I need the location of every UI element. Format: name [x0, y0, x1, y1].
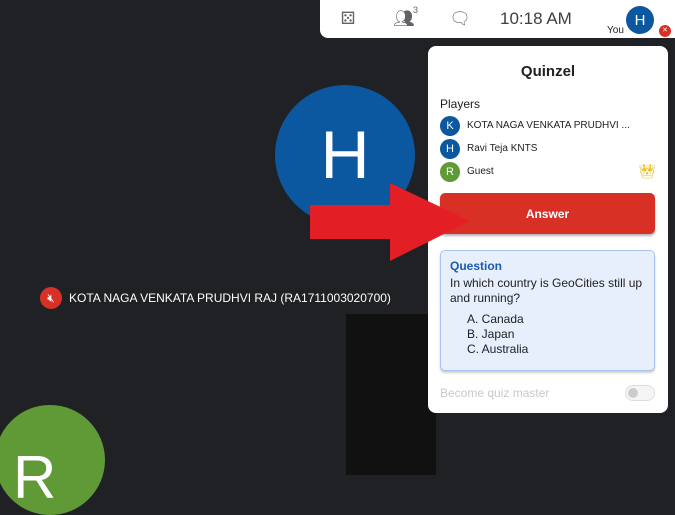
chat-icon[interactable]: 🗨︎ — [432, 9, 488, 29]
player-item: H Ravi Teja KNTS — [440, 137, 656, 160]
mic-off-icon: 🔇︎ — [40, 287, 62, 309]
answer-option: C. Australia — [467, 342, 529, 356]
clock: 10:18 AM — [500, 9, 572, 28]
answer-option: A. Canada — [467, 312, 524, 326]
participant-avatar: R — [0, 405, 105, 515]
crown-icon: 👑︎ — [638, 163, 656, 179]
become-quiz-master-label: Become quiz master — [440, 386, 550, 400]
speaker-name-tag: 🔇︎ KOTA NAGA VENKATA PRUDHVI RAJ (RA1711… — [40, 287, 391, 309]
players-heading: Players — [440, 97, 481, 111]
video-tile — [346, 314, 436, 475]
panel-title: Quinzel — [520, 63, 576, 80]
player-avatar: K — [440, 115, 460, 136]
people-count: 3 — [412, 5, 418, 15]
answer-option: B. Japan — [467, 327, 515, 341]
question-card: Question In which country is GeoCities s… — [440, 250, 655, 371]
player-avatar: H — [440, 138, 460, 159]
question-heading: Question — [450, 259, 503, 273]
speaker-name: KOTA NAGA VENKATA PRUDHVI RAJ (RA1711003… — [69, 291, 391, 305]
dice-icon[interactable]: ⚄ — [320, 9, 376, 29]
self-avatar[interactable]: H — [626, 6, 654, 34]
player-item: K KOTA NAGA VENKATA PRUDHVI ... — [440, 114, 656, 137]
red-arrow-annotation — [310, 183, 470, 261]
quiz-master-toggle[interactable] — [625, 385, 655, 401]
player-name: KOTA NAGA VENKATA PRUDHVI ... — [467, 120, 630, 131]
top-bar: ⚄ 👥︎ 3 🗨︎ 10:18 AM You H ✕ — [320, 0, 675, 38]
mic-off-icon: ✕ — [659, 25, 671, 37]
player-item: R Guest 👑︎ — [440, 160, 656, 183]
player-avatar: R — [440, 161, 460, 182]
question-text: In which country is GeoCities still up a… — [450, 276, 643, 305]
people-icon[interactable]: 👥︎ 3 — [376, 5, 432, 29]
you-label: You — [607, 25, 624, 36]
player-name: Ravi Teja KNTS — [467, 143, 538, 154]
player-name: Guest — [467, 166, 494, 177]
